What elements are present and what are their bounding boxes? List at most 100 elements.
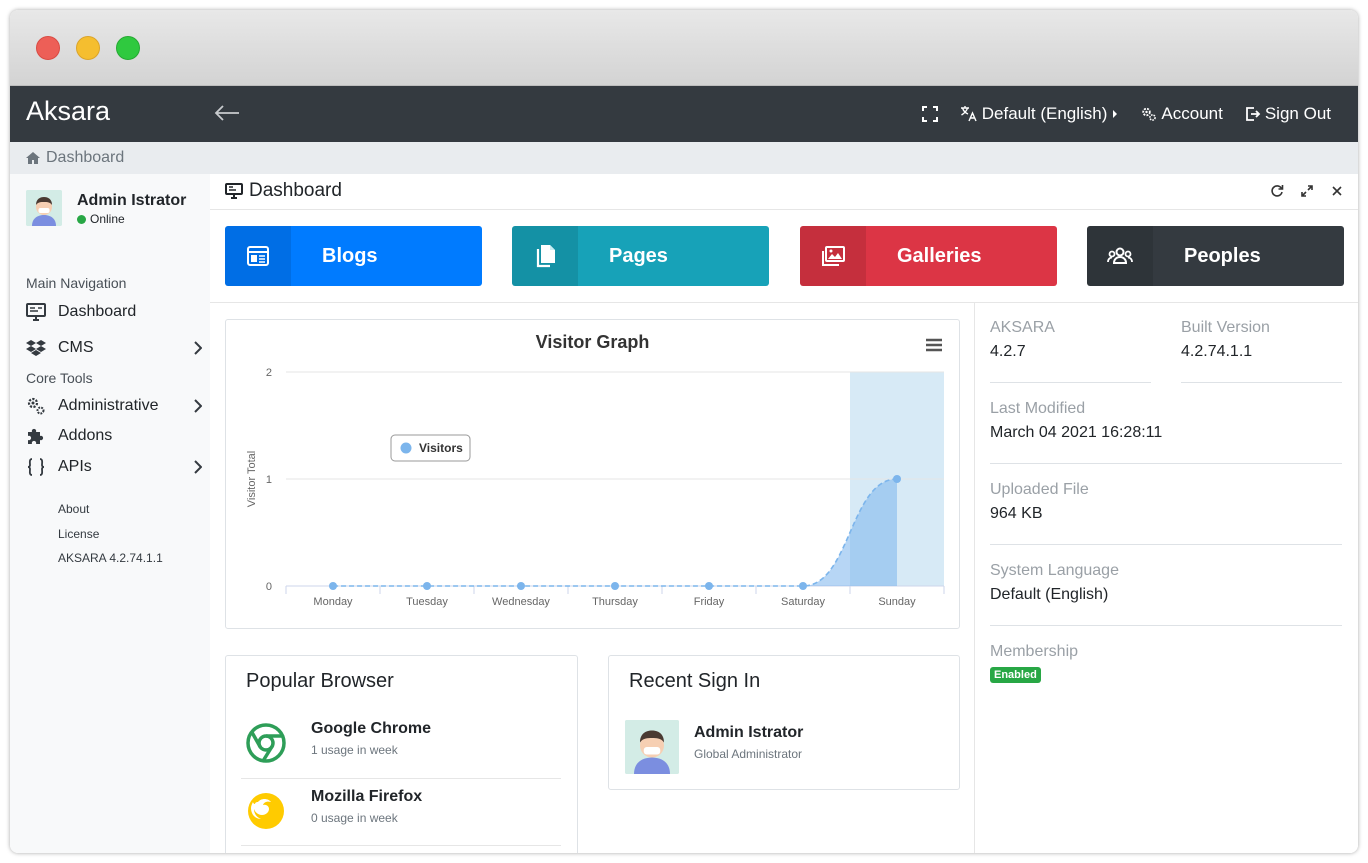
series-area [333, 479, 897, 586]
top-navbar: Aksara Default (English) Account Sign Ou… [10, 86, 1358, 142]
x-tick-label: Tuesday [406, 596, 448, 608]
account-label: Account [1161, 104, 1223, 123]
refresh-icon[interactable] [1270, 184, 1284, 198]
data-point [705, 582, 713, 590]
section-core-tools: Core Tools [26, 370, 93, 386]
status-badge: Enabled [990, 667, 1041, 683]
language-dropdown[interactable]: Default (English) [949, 86, 1131, 142]
minimize-window-button[interactable] [76, 36, 100, 60]
info-membership: Membership Enabled [990, 643, 1078, 683]
tile-peoples[interactable]: Peoples [1087, 226, 1344, 286]
braces-icon [27, 458, 45, 476]
info-value: 964 KB [990, 505, 1043, 522]
maximize-window-button[interactable] [116, 36, 140, 60]
recent-signin-card: Recent Sign In Admin Istrator Global Adm… [608, 655, 960, 790]
cogs-icon [27, 397, 45, 415]
tile-pages[interactable]: Pages [512, 226, 769, 286]
browser-usage: 1 usage in week [311, 743, 398, 757]
tile-label: Pages [609, 244, 668, 267]
signout-link[interactable]: Sign Out [1234, 86, 1342, 142]
y-tick-label: 0 [266, 581, 272, 593]
shortcut-tiles: Blogs Pages Galleries Peoples [225, 226, 1344, 286]
data-point [329, 582, 337, 590]
card-header: Dashboard [210, 174, 1358, 210]
info-value: March 04 2021 16:28:11 [990, 424, 1163, 441]
chevron-right-icon [194, 460, 202, 474]
tile-label: Galleries [897, 244, 982, 267]
card-tools [1270, 184, 1344, 198]
account-link[interactable]: Account [1130, 86, 1233, 142]
brand-logo[interactable]: Aksara [26, 96, 110, 127]
info-label: Built Version [1181, 319, 1270, 336]
chevron-right-icon [194, 341, 202, 355]
section-divider [210, 302, 1358, 303]
newspaper-icon [247, 246, 269, 266]
info-divider [990, 463, 1342, 464]
close-window-button[interactable] [36, 36, 60, 60]
data-point [611, 582, 619, 590]
sidebar: Admin Istrator Online Main Navigation Da… [10, 174, 210, 853]
tile-blogs[interactable]: Blogs [225, 226, 482, 286]
sidebar-item-administrative[interactable]: Administrative [26, 392, 202, 420]
sidebar-item-label: Administrative [58, 397, 159, 414]
sidebar-toggle-arrow-icon[interactable] [212, 100, 242, 126]
info-label: AKSARA [990, 319, 1055, 336]
info-divider [1181, 382, 1342, 383]
signout-label: Sign Out [1264, 104, 1331, 123]
info-label: System Language [990, 562, 1119, 579]
list-divider [241, 845, 561, 846]
language-label: Default (English) [981, 104, 1108, 123]
x-tick-label: Sunday [878, 596, 916, 608]
info-last-modified: Last Modified March 04 2021 16:28:11 [990, 400, 1162, 442]
translate-icon [960, 106, 977, 122]
series-line [333, 478, 898, 587]
data-point [423, 582, 431, 590]
popular-browser-card: Popular Browser Google Chrome 1 usage in… [225, 655, 578, 853]
info-label: Uploaded File [990, 481, 1089, 498]
y-axis-label: Visitor Total [246, 451, 258, 507]
info-divider [990, 544, 1342, 545]
expand-icon[interactable] [1300, 184, 1314, 198]
main-content: Dashboard Blogs Pages Galleries Peoples … [210, 174, 1358, 853]
footer-license-link[interactable]: License [58, 527, 99, 541]
chevron-right-icon [194, 399, 202, 413]
x-tick-label: Thursday [592, 596, 638, 608]
page-title-text: Dashboard [249, 180, 342, 201]
sidebar-user-status: Online [77, 212, 125, 226]
sidebar-item-label: APIs [58, 458, 92, 475]
info-value: 4.2.74.1.1 [1181, 343, 1253, 360]
x-tick-label: Friday [694, 596, 725, 608]
breadcrumb-home[interactable]: Dashboard [46, 149, 124, 167]
data-point [799, 582, 807, 590]
info-built-version: Built Version 4.2.74.1.1 [1181, 319, 1270, 361]
firefox-icon [248, 793, 284, 829]
sidebar-item-cms[interactable]: CMS [26, 334, 202, 362]
sidebar-item-addons[interactable]: Addons [26, 422, 202, 450]
copy-icon [536, 245, 555, 268]
recent-signin-title: Recent Sign In [629, 670, 761, 692]
list-item: Google Chrome 1 usage in week [241, 710, 561, 777]
visitor-graph-card: Visitor Graph 0 1 2 Monday Tuesday Wednesday T… [225, 319, 960, 629]
breadcrumb: Dashboard [10, 142, 1358, 174]
browser-usage: 0 usage in week [311, 811, 398, 825]
browser-name: Mozilla Firefox [311, 788, 423, 805]
sign-out-icon [1245, 107, 1261, 121]
footer-version: AKSARA 4.2.74.1.1 [58, 551, 163, 565]
tile-galleries[interactable]: Galleries [800, 226, 1057, 286]
desktop-icon [26, 303, 46, 321]
sidebar-user-panel[interactable]: Admin Istrator Online [26, 190, 206, 230]
visitor-chart: 0 1 2 Monday Tuesday Wednesday Thursday Friday S… [246, 367, 945, 608]
legend-marker [400, 442, 412, 454]
y-tick-label: 2 [266, 367, 272, 379]
footer-about-link[interactable]: About [58, 502, 89, 516]
chrome-icon [246, 723, 286, 763]
sidebar-item-label: CMS [58, 339, 94, 356]
popular-browser-title: Popular Browser [246, 670, 394, 692]
sidebar-item-dashboard[interactable]: Dashboard [26, 298, 202, 326]
sidebar-item-apis[interactable]: APIs [26, 453, 202, 481]
cogs-icon [1142, 107, 1157, 121]
fullscreen-button[interactable] [911, 86, 949, 142]
close-icon[interactable] [1330, 184, 1344, 198]
home-icon [26, 152, 40, 164]
section-main-navigation: Main Navigation [26, 275, 127, 291]
